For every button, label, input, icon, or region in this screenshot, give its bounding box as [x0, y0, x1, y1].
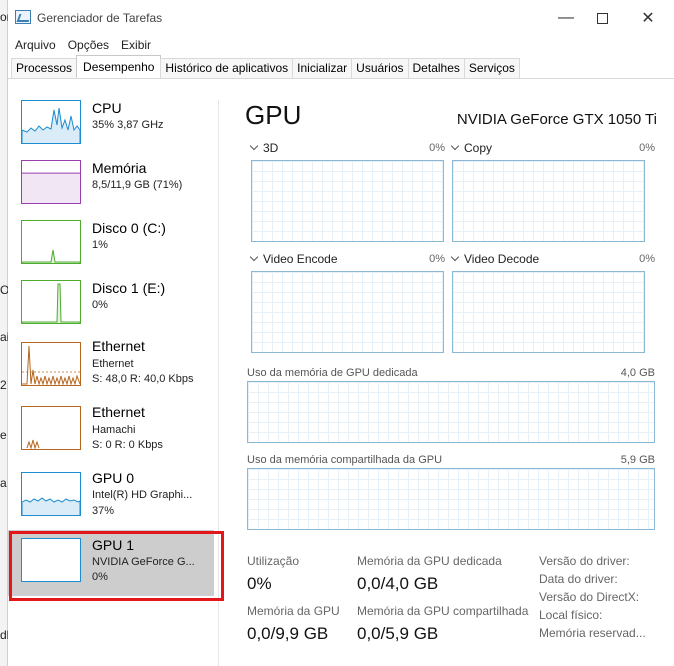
sidebar-item-disco-0[interactable]: Disco 0 (C:) 1% [8, 214, 218, 276]
menu-bar: Arquivo Opções Exibir [8, 36, 157, 56]
reserved-memory-label: Memória reservad... [539, 626, 646, 640]
utilization-label: Utilização [247, 554, 300, 568]
engine-pct: 0% [429, 253, 445, 265]
tab-desempenho[interactable]: Desempenho [76, 55, 162, 77]
gpu-model-name: NVIDIA GeForce GTX 1050 Ti [456, 111, 657, 128]
dedicated-memory-max: 4,0 GB [620, 367, 655, 379]
engine-copy-selector[interactable]: Copy [450, 141, 492, 155]
physical-location-label: Local físico: [539, 608, 603, 622]
sidebar-item-name: Ethernet [92, 338, 145, 354]
sidebar-item-ethernet[interactable]: Ethernet Ethernet S: 48,0 R: 40,0 Kbps [8, 334, 218, 396]
memory-thumbnail [21, 160, 81, 204]
close-button[interactable]: ✕ [626, 6, 670, 30]
engine-video-encode-graph [251, 271, 444, 353]
chevron-down-icon [249, 252, 259, 262]
sidebar-item-name: Disco 1 (E:) [92, 280, 166, 296]
tab-servicos[interactable]: Serviços [463, 58, 520, 78]
sidebar-item-disco-1[interactable]: Disco 1 (E:) 0% [8, 274, 218, 336]
tab-strip: Processos Desempenho Histórico de aplica… [11, 55, 520, 78]
tab-divider [8, 78, 674, 79]
sidebar-item-name: Memória [92, 160, 147, 176]
chevron-down-icon [450, 141, 460, 151]
sidebar-item-ethernet-hamachi[interactable]: Ethernet Hamachi S: 0 R: 0 Kbps [8, 400, 218, 462]
title-bar[interactable]: Gerenciador de Tarefas — ✕ [8, 0, 674, 36]
sidebar-item-gpu-0[interactable]: GPU 0 Intel(R) HD Graphi... 37% [8, 464, 218, 526]
disk0-thumbnail [21, 220, 81, 264]
disk1-thumbnail [21, 280, 81, 324]
shared-memory-graph [247, 468, 655, 530]
engine-video-encode-selector[interactable]: Video Encode [249, 252, 338, 266]
sidebar-item-detail: 1% [92, 239, 108, 251]
sidebar-item-name: Ethernet [92, 404, 145, 420]
engine-label: 3D [263, 141, 279, 155]
gpu-memory-value: 0,0/9,9 GB [247, 624, 329, 643]
menu-exibir[interactable]: Exibir [115, 36, 157, 56]
selection-highlight [9, 531, 224, 601]
utilization-value: 0% [247, 574, 272, 593]
ethernet-thumbnail [21, 342, 81, 386]
engine-pct: 0% [639, 253, 655, 265]
sidebar-item-speed: S: 0 R: 0 Kbps [92, 439, 163, 451]
menu-arquivo[interactable]: Arquivo [8, 36, 62, 56]
engine-video-decode-selector[interactable]: Video Decode [450, 252, 539, 266]
shared-memory-label: Uso da memória compartilhada da GPU [247, 454, 443, 466]
tab-inicializar[interactable]: Inicializar [292, 58, 353, 78]
tab-usuarios[interactable]: Usuários [351, 58, 409, 78]
engine-video-decode-graph [452, 271, 645, 353]
edge-text: e [0, 428, 7, 442]
engine-3d-selector[interactable]: 3D [249, 141, 278, 155]
task-manager-window: Gerenciador de Tarefas — ✕ Arquivo Opçõe… [8, 0, 674, 666]
tab-detalhes[interactable]: Detalhes [407, 58, 465, 78]
gpu-memory-label: Memória da GPU [247, 604, 340, 618]
window-title: Gerenciador de Tarefas [37, 11, 163, 25]
driver-version-label: Versão do driver: [539, 554, 630, 568]
page-title: GPU [245, 100, 302, 130]
shared-gpu-memory-label: Memória da GPU compartilhada [357, 604, 529, 618]
sidebar-item-detail: 35% 3,87 GHz [92, 119, 164, 131]
sidebar-item-detail: 8,5/11,9 GB (71%) [92, 179, 183, 191]
cpu-thumbnail [21, 100, 81, 144]
engine-3d-graph [251, 160, 444, 242]
engine-label: Copy [464, 141, 493, 155]
dedicated-gpu-memory-value: 0,0/4,0 GB [357, 574, 439, 593]
dedicated-gpu-memory-label: Memória da GPU dedicada [357, 554, 502, 568]
sidebar-item-detail: Ethernet [92, 358, 134, 370]
shared-memory-max: 5,9 GB [620, 454, 655, 466]
edge-text: 2 [0, 378, 7, 392]
engine-label: Video Encode [263, 252, 338, 266]
sidebar-item-detail: Intel(R) HD Graphi... [92, 489, 193, 501]
chevron-down-icon [249, 141, 259, 151]
sidebar-item-memoria[interactable]: Memória 8,5/11,9 GB (71%) [8, 154, 218, 216]
sidebar-item-speed: S: 48,0 R: 40,0 Kbps [92, 373, 194, 385]
gpu0-thumbnail [21, 472, 81, 516]
engine-pct: 0% [639, 142, 655, 154]
driver-date-label: Data do driver: [539, 572, 618, 586]
gpu-detail-panel: GPU NVIDIA GeForce GTX 1050 Ti 3D 0% Cop… [245, 90, 665, 666]
menu-opcoes[interactable]: Opções [62, 36, 115, 56]
chevron-down-icon [450, 252, 460, 262]
sidebar-item-cpu[interactable]: CPU 35% 3,87 GHz [8, 94, 218, 156]
sidebar-item-name: GPU 0 [92, 470, 135, 486]
edge-text: a [0, 476, 7, 490]
background-window-edge: or O ai 2 e a dl [0, 0, 11, 666]
directx-version-label: Versão do DirectX: [539, 590, 640, 604]
task-manager-icon [15, 10, 31, 24]
sidebar-item-name: Disco 0 (C:) [92, 220, 166, 236]
sidebar-item-usage: 37% [92, 505, 115, 517]
tab-processos[interactable]: Processos [11, 58, 78, 78]
maximize-button[interactable] [580, 6, 624, 30]
dedicated-memory-graph [247, 381, 655, 443]
tab-historico[interactable]: Histórico de aplicativos [160, 58, 294, 78]
shared-gpu-memory-value: 0,0/5,9 GB [357, 624, 439, 643]
dedicated-memory-label: Uso da memória de GPU dedicada [247, 367, 418, 379]
engine-copy-graph [452, 160, 645, 242]
sidebar-item-name: CPU [92, 100, 122, 116]
hamachi-thumbnail [21, 406, 81, 450]
sidebar-item-detail: 0% [92, 299, 108, 311]
engine-pct: 0% [429, 142, 445, 154]
engine-label: Video Decode [464, 252, 540, 266]
sidebar-item-detail: Hamachi [92, 424, 136, 436]
maximize-icon [596, 12, 608, 24]
